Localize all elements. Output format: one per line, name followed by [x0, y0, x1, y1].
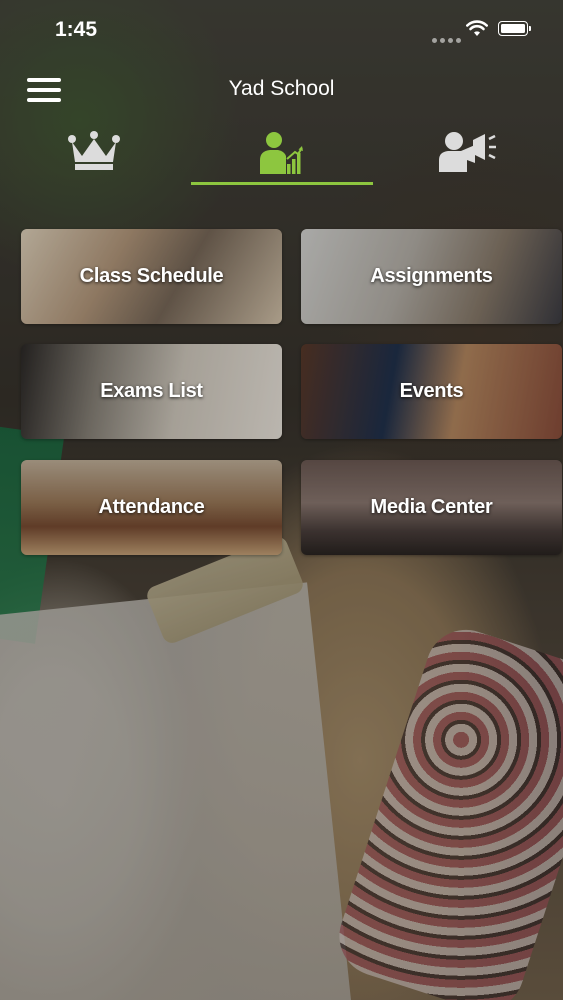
active-tab-indicator	[191, 182, 373, 185]
crown-icon	[67, 130, 121, 186]
card-label: Class Schedule	[79, 265, 224, 287]
teacher-chart-icon	[258, 130, 304, 186]
battery-icon	[498, 21, 531, 36]
exams-list-card[interactable]: Exams List	[21, 344, 282, 439]
class-schedule-card[interactable]: Class Schedule	[21, 229, 282, 324]
tab-announcements[interactable]	[419, 130, 519, 186]
card-label: Exams List	[100, 380, 203, 402]
card-label: Media Center	[370, 496, 493, 518]
tab-teacher[interactable]	[231, 130, 331, 186]
page-title: Yad School	[228, 77, 335, 100]
tab-crown[interactable]	[44, 130, 144, 186]
signal-icon	[432, 30, 464, 48]
status-bar: 1:45	[0, 0, 563, 60]
status-time: 1:45	[55, 18, 98, 41]
media-center-card[interactable]: Media Center	[301, 460, 562, 555]
card-label: Events	[399, 380, 464, 402]
attendance-card[interactable]: Attendance	[21, 460, 282, 555]
events-card[interactable]: Events	[301, 344, 562, 439]
card-label: Attendance	[98, 496, 205, 518]
assignments-card[interactable]: Assignments	[301, 229, 562, 324]
wifi-icon	[466, 20, 488, 42]
announcement-megaphone-icon	[437, 130, 501, 186]
card-label: Assignments	[370, 265, 493, 287]
